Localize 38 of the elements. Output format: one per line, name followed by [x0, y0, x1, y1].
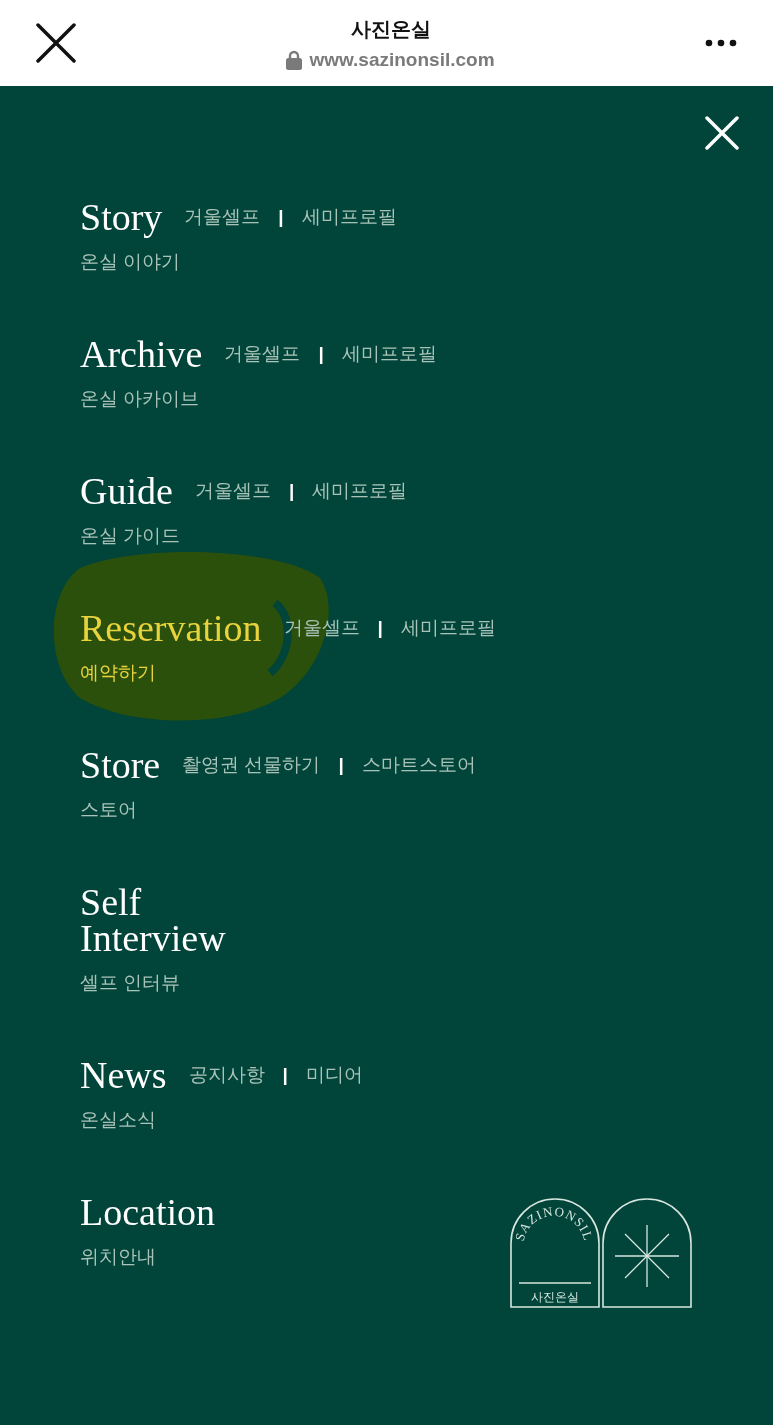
separator: |: [377, 617, 383, 639]
separator: |: [338, 754, 344, 776]
menu-subtitle[interactable]: 온실 이야기: [80, 249, 397, 275]
separator: |: [282, 1064, 288, 1086]
menu-item[interactable]: News: [80, 1057, 167, 1093]
submenu-link[interactable]: 미디어: [305, 1062, 363, 1088]
more-icon[interactable]: [705, 39, 737, 47]
menu-item[interactable]: Self Interview: [80, 884, 226, 956]
submenu-link[interactable]: 세미프로필: [312, 478, 408, 504]
menu-subtitle[interactable]: 온실 아카이브: [80, 386, 437, 412]
submenu-link[interactable]: 거울셀프: [283, 615, 360, 641]
url-text[interactable]: www.sazinonsil.com: [309, 48, 495, 71]
menu-subtitle[interactable]: 온실소식: [80, 1107, 363, 1133]
close-icon[interactable]: [36, 23, 76, 63]
submenu-link[interactable]: 거울셀프: [184, 204, 261, 230]
menu-subtitle[interactable]: 스토어: [80, 797, 476, 823]
submenu-link[interactable]: 스마트스토어: [361, 752, 476, 778]
menu-subtitle[interactable]: 온실 가이드: [80, 523, 408, 549]
separator: |: [318, 343, 324, 365]
menu-item[interactable]: Reservation: [80, 610, 262, 646]
menu-item[interactable]: Store: [80, 747, 161, 783]
page-title: 사진온실: [350, 16, 431, 42]
submenu-link[interactable]: 세미프로필: [400, 615, 496, 641]
menu-subtitle[interactable]: 셀프 인터뷰: [80, 970, 226, 996]
submenu-link[interactable]: 공지사항: [188, 1062, 265, 1088]
menu-item[interactable]: Archive: [80, 336, 203, 372]
menu-item[interactable]: Location: [80, 1194, 216, 1230]
submenu-link[interactable]: 세미프로필: [341, 341, 437, 367]
submenu-link[interactable]: 거울셀프: [224, 341, 301, 367]
separator: |: [278, 206, 284, 228]
lock-icon: [286, 49, 303, 70]
submenu-link[interactable]: 거울셀프: [194, 478, 271, 504]
menu-subtitle[interactable]: 위치안내: [80, 1244, 216, 1270]
menu-item[interactable]: Guide: [80, 473, 173, 509]
submenu-link[interactable]: 세미프로필: [301, 204, 397, 230]
submenu-link[interactable]: 촬영권 선물하기: [182, 752, 321, 778]
separator: |: [288, 480, 295, 502]
menu-subtitle[interactable]: 예약하기: [80, 660, 496, 686]
